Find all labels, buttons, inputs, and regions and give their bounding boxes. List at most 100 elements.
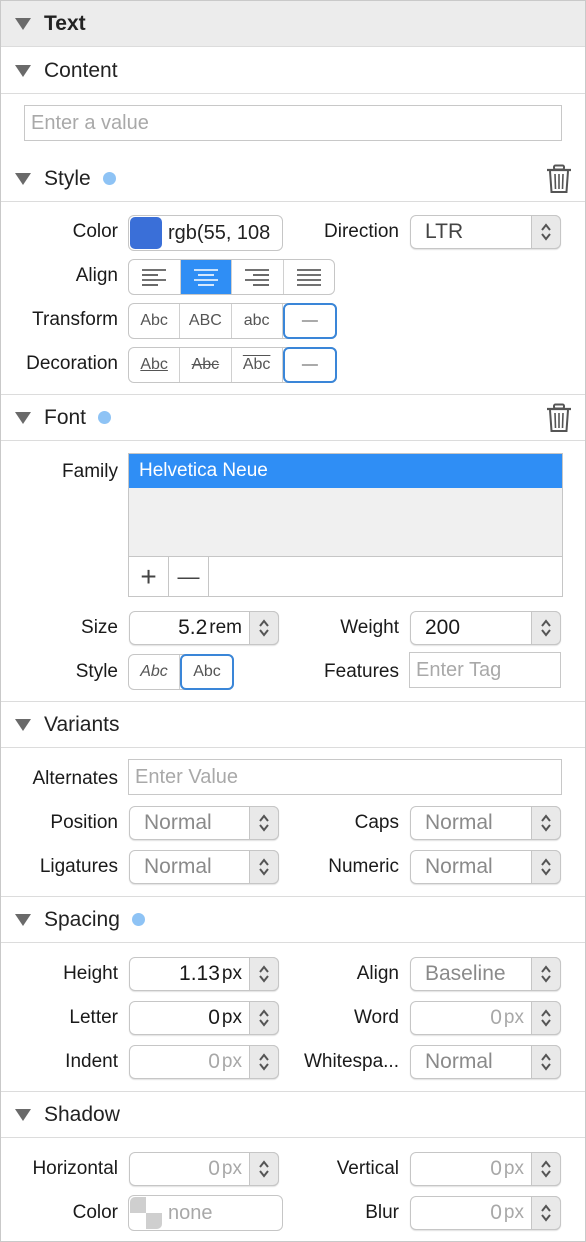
- transform-label: Transform: [32, 309, 118, 330]
- whitespace-popup[interactable]: Normal: [410, 1045, 561, 1079]
- style-section-header[interactable]: Style: [1, 156, 585, 202]
- indent-stepper[interactable]: [249, 1045, 279, 1079]
- content-section-header[interactable]: Content: [1, 48, 585, 94]
- decoration-none-button[interactable]: —: [282, 347, 337, 383]
- align-center-button[interactable]: [180, 260, 232, 294]
- up-down-chevron-icon: [541, 619, 551, 637]
- font-style-normal-button[interactable]: Abc: [180, 654, 234, 690]
- shadow-color-well[interactable]: none: [128, 1195, 283, 1231]
- font-size-field[interactable]: 5.2 rem: [129, 611, 279, 645]
- font-family-item[interactable]: Helvetica Neue: [129, 454, 562, 488]
- shadow-vertical-stepper[interactable]: [531, 1152, 561, 1186]
- content-value-input[interactable]: Enter a value: [24, 105, 562, 141]
- disclosure-triangle-icon[interactable]: [15, 64, 31, 77]
- word-spacing-label: Word: [353, 1007, 399, 1028]
- vertical-align-stepper[interactable]: [531, 957, 561, 991]
- transform-none-button[interactable]: —: [282, 303, 337, 339]
- transform-uppercase-button[interactable]: ABC: [180, 304, 232, 338]
- weight-popup[interactable]: 200: [410, 611, 561, 645]
- direction-stepper[interactable]: [531, 215, 561, 249]
- font-style-segmented-control[interactable]: Abc Abc: [128, 654, 234, 690]
- position-value: Normal: [144, 811, 212, 834]
- content-placeholder: Enter a value: [31, 111, 149, 134]
- up-down-chevron-icon: [541, 1160, 551, 1178]
- empty-color-swatch-icon[interactable]: [130, 1197, 162, 1229]
- variants-section-header[interactable]: Variants: [1, 702, 585, 748]
- position-popup[interactable]: Normal: [129, 806, 279, 840]
- transform-lowercase-button[interactable]: abc: [232, 304, 283, 338]
- features-input[interactable]: Enter Tag: [409, 652, 561, 688]
- style-color-well[interactable]: rgb(55, 108: [128, 215, 283, 251]
- whitespace-stepper[interactable]: [531, 1045, 561, 1079]
- caps-label: Caps: [354, 812, 399, 833]
- disclosure-triangle-icon[interactable]: [15, 1108, 31, 1121]
- shadow-blur-stepper[interactable]: [531, 1196, 561, 1230]
- color-swatch[interactable]: [130, 217, 162, 249]
- letter-spacing-unit: px: [221, 1007, 242, 1028]
- word-spacing-unit: px: [503, 1007, 524, 1028]
- numeric-popup[interactable]: Normal: [410, 850, 561, 884]
- size-stepper[interactable]: [249, 611, 279, 645]
- spacing-section-header[interactable]: Spacing: [1, 897, 585, 943]
- ligatures-popup[interactable]: Normal: [129, 850, 279, 884]
- align-segmented-control[interactable]: [128, 259, 335, 295]
- font-trash-icon[interactable]: [545, 403, 573, 433]
- shadow-section-header[interactable]: Shadow: [1, 1092, 585, 1138]
- style-color-label: Color: [72, 221, 118, 242]
- up-down-chevron-icon: [259, 858, 269, 876]
- shadow-vertical-field[interactable]: 0 px: [410, 1152, 561, 1186]
- decoration-underline-button[interactable]: Abc: [129, 348, 181, 382]
- color-value-text[interactable]: rgb(55, 108: [168, 222, 270, 245]
- decoration-segmented-control[interactable]: Abc Abc Abc —: [128, 347, 337, 383]
- ligatures-stepper[interactable]: [249, 850, 279, 884]
- word-spacing-field[interactable]: 0 px: [410, 1001, 561, 1035]
- transform-capitalize-button[interactable]: Abc: [129, 304, 181, 338]
- text-section-header[interactable]: Text: [1, 1, 585, 47]
- font-style-label: Style: [75, 661, 118, 682]
- style-trash-icon[interactable]: [545, 164, 573, 194]
- line-height-field[interactable]: 1.13 px: [129, 957, 279, 991]
- font-family-list[interactable]: Helvetica Neue + —: [128, 453, 563, 597]
- disclosure-triangle-icon[interactable]: [15, 718, 31, 731]
- caps-popup[interactable]: Normal: [410, 806, 561, 840]
- word-spacing-stepper[interactable]: [531, 1001, 561, 1035]
- add-family-button[interactable]: +: [129, 557, 169, 596]
- letter-spacing-stepper[interactable]: [249, 1001, 279, 1035]
- align-left-button[interactable]: [129, 260, 181, 294]
- disclosure-triangle-icon[interactable]: [15, 913, 31, 926]
- spacing-modified-dot-icon: [131, 913, 145, 926]
- style-section-title: Style: [44, 166, 91, 190]
- style-modified-dot-icon: [102, 172, 116, 185]
- shadow-horizontal-stepper[interactable]: [249, 1152, 279, 1186]
- numeric-stepper[interactable]: [531, 850, 561, 884]
- align-justify-button[interactable]: [284, 260, 335, 294]
- alternates-input[interactable]: Enter Value: [128, 759, 562, 795]
- shadow-blur-field[interactable]: 0 px: [410, 1196, 561, 1230]
- line-height-unit: px: [221, 963, 242, 984]
- font-section-header[interactable]: Font: [1, 395, 585, 441]
- spacing-section-title: Spacing: [44, 907, 120, 931]
- line-height-stepper[interactable]: [249, 957, 279, 991]
- decoration-strikethrough-button[interactable]: Abc: [180, 348, 232, 382]
- caps-stepper[interactable]: [531, 806, 561, 840]
- position-stepper[interactable]: [249, 806, 279, 840]
- font-style-italic-button[interactable]: Abc: [129, 655, 180, 689]
- decoration-overline-button[interactable]: Abc: [232, 348, 283, 382]
- align-right-button[interactable]: [232, 260, 284, 294]
- transform-segmented-control[interactable]: Abc ABC abc —: [128, 303, 337, 339]
- disclosure-triangle-icon[interactable]: [15, 172, 31, 185]
- direction-popup[interactable]: LTR: [410, 215, 561, 249]
- letter-spacing-field[interactable]: 0 px: [129, 1001, 279, 1035]
- shadow-color-value[interactable]: none: [168, 1202, 213, 1225]
- shadow-horizontal-unit: px: [221, 1158, 242, 1179]
- variants-section-title: Variants: [44, 712, 120, 736]
- remove-family-button[interactable]: —: [169, 557, 209, 596]
- disclosure-triangle-icon[interactable]: [15, 17, 31, 30]
- up-down-chevron-icon: [259, 814, 269, 832]
- vertical-align-popup[interactable]: Baseline: [410, 957, 561, 991]
- weight-stepper[interactable]: [531, 611, 561, 645]
- indent-field[interactable]: 0 px: [129, 1045, 279, 1079]
- shadow-horizontal-field[interactable]: 0 px: [129, 1152, 279, 1186]
- size-label: Size: [81, 617, 118, 638]
- disclosure-triangle-icon[interactable]: [15, 411, 31, 424]
